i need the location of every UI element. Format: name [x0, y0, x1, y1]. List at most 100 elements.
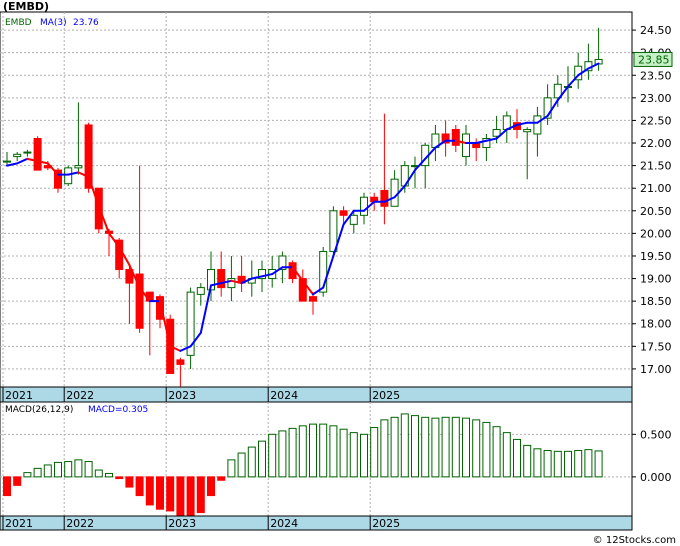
macd-bar — [196, 476, 205, 514]
macd-bar — [533, 448, 542, 478]
macd-bar — [288, 427, 297, 478]
macd-bar — [472, 419, 481, 478]
macd-bar — [553, 450, 562, 478]
macd-bar — [380, 419, 389, 478]
macd-bar — [339, 428, 348, 478]
price-legend-ma-value: 23.76 — [73, 18, 99, 28]
price-y-tick-label: 20.00 — [640, 227, 672, 240]
macd-bar — [329, 425, 338, 478]
macd-bar — [411, 415, 419, 478]
macd-bar — [74, 459, 83, 478]
macd-bar — [207, 476, 215, 497]
macd-year-label: 2023 — [168, 517, 196, 530]
macd-bar — [166, 476, 175, 512]
macd-year-label: 2021 — [5, 517, 33, 530]
chart-svg: 17.00 17.50 18.00 18.50 19.00 19.50 20.00 20.50… — [0, 11, 676, 546]
macd-bar — [421, 416, 430, 478]
macd-bar — [84, 461, 93, 478]
candle-body — [533, 115, 542, 135]
candle-body — [309, 296, 317, 302]
candle-body — [196, 287, 205, 295]
price-legend-symbol: EMBD — [5, 18, 32, 28]
candle-body — [23, 151, 32, 154]
page-title: (EMBD) — [3, 0, 50, 13]
price-y-tick-label: 19.50 — [640, 250, 672, 263]
price-year-label: 2025 — [372, 389, 400, 402]
macd-legend-params: MACD(26,12,9) — [5, 405, 73, 415]
price-y-tick-label: 21.00 — [640, 182, 672, 195]
candle-body — [64, 167, 73, 185]
macd-bar — [115, 476, 124, 480]
macd-bar — [462, 417, 470, 478]
macd-bar — [492, 426, 501, 478]
price-year-label: 2021 — [5, 389, 33, 402]
macd-bar — [156, 476, 164, 510]
price-legend-ma-label: MA(3) — [40, 18, 67, 28]
macd-bar — [237, 452, 246, 478]
macd-bar — [64, 461, 73, 478]
macd-bar — [13, 476, 22, 486]
watermark: © 12Stocks.com — [593, 535, 676, 546]
macd-bar — [574, 449, 583, 478]
macd-bar — [247, 446, 256, 478]
last-price-badge: 23.85 — [633, 51, 673, 67]
price-y-tick-label: 18.00 — [640, 318, 672, 331]
candle-body — [33, 138, 42, 171]
macd-bar — [309, 423, 317, 478]
macd-bar — [523, 444, 532, 478]
macd-bar — [513, 438, 521, 478]
macd-bar — [268, 433, 277, 478]
macd-year-label: 2022 — [66, 517, 94, 530]
candle-body — [13, 153, 22, 158]
price-y-tick-label: 18.50 — [640, 295, 672, 308]
candle-body — [176, 359, 185, 365]
macd-bar — [54, 461, 62, 478]
macd-y-tick-label: 0.500 — [640, 428, 672, 441]
candle-body — [74, 165, 83, 169]
candle-body — [523, 128, 532, 133]
price-y-tick-label: 20.50 — [640, 205, 672, 218]
candle-body — [217, 269, 226, 289]
price-y-tick-label: 17.00 — [640, 363, 672, 376]
macd-bar — [400, 413, 409, 478]
macd-bar — [360, 433, 368, 478]
candle-body — [451, 128, 460, 146]
macd-bar — [502, 432, 511, 478]
macd-bar — [564, 450, 572, 478]
price-date-band — [0, 386, 633, 403]
macd-bar — [370, 427, 379, 478]
macd-date-band — [0, 515, 633, 531]
macd-bar — [3, 476, 11, 497]
macd-year-label: 2024 — [270, 517, 298, 530]
candle-body — [380, 189, 389, 207]
candle-body — [462, 133, 470, 158]
macd-bar — [594, 450, 603, 478]
macd-bar — [176, 476, 185, 516]
price-y-tick-label: 19.00 — [640, 273, 672, 286]
macd-bar — [125, 476, 134, 488]
macd-bar — [298, 425, 307, 478]
macd-bar — [94, 469, 103, 478]
macd-legend-value: MACD=0.305 — [88, 405, 148, 415]
macd-bar — [349, 432, 358, 478]
price-y-tick-label: 23.00 — [640, 92, 672, 105]
macd-bar — [135, 476, 144, 497]
candle-body — [390, 178, 399, 207]
price-year-label: 2022 — [66, 389, 94, 402]
candle-body — [339, 210, 348, 216]
macd-year-label: 2025 — [372, 517, 400, 530]
macd-bar — [543, 449, 552, 478]
macd-bar — [584, 449, 593, 478]
macd-bar — [105, 472, 113, 478]
candle-body — [3, 160, 11, 163]
macd-bar — [258, 440, 266, 478]
macd-bar — [278, 430, 287, 478]
macd-panel: 0.500 0.000 2021 2022 2023 2024 2025 MACD(26,… — [0, 401, 672, 531]
macd-bar — [227, 459, 236, 478]
macd-bar — [441, 416, 450, 478]
macd-bar — [43, 464, 52, 478]
macd-bar — [431, 417, 440, 478]
macd-y-axis: 0.500 0.000 — [632, 428, 672, 484]
price-y-tick-label: 24.50 — [640, 24, 672, 37]
macd-bar — [33, 467, 42, 478]
